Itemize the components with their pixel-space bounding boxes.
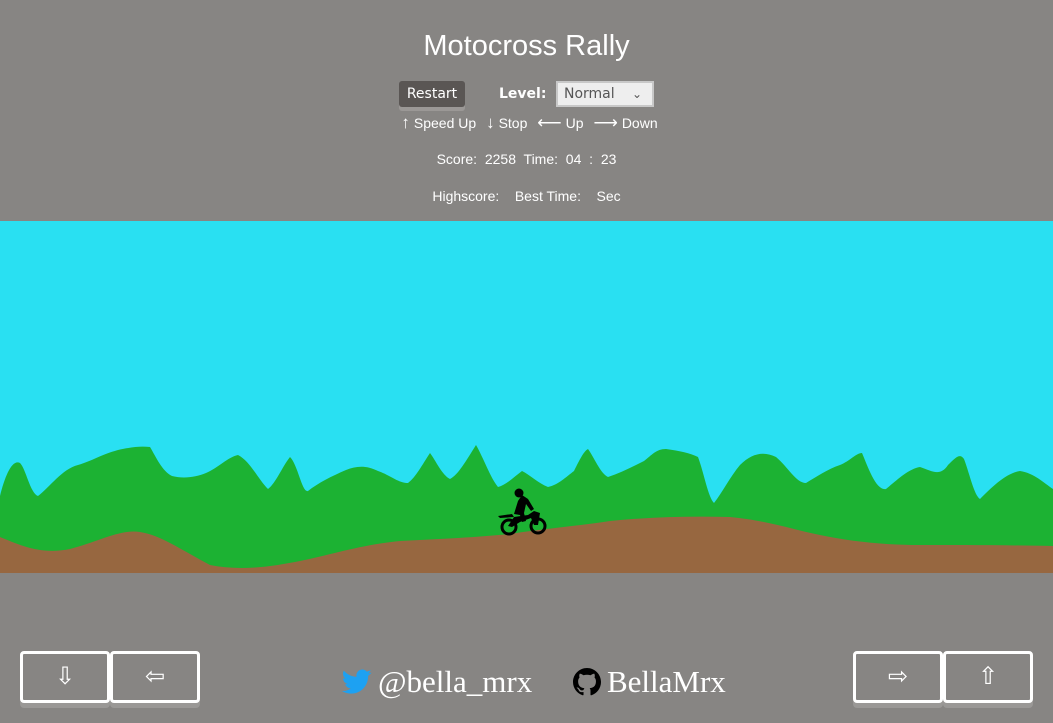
- twitter-bird-icon: [341, 669, 372, 694]
- score-label: Score:: [436, 151, 478, 167]
- github-username: BellaMrx: [607, 664, 726, 699]
- time-minutes: 04: [565, 151, 582, 167]
- best-time-label: Best Time:: [514, 188, 581, 204]
- twitter-handle: @bella_mrx: [378, 664, 533, 699]
- up-key-button[interactable]: ⇧: [943, 651, 1033, 703]
- chevron-down-icon: ⌄: [631, 87, 642, 101]
- level-label: Level:: [499, 86, 547, 102]
- down-key-button[interactable]: ⇩: [20, 651, 110, 703]
- right-arrow-icon: ⟶: [593, 113, 618, 132]
- score-value: 2258: [484, 151, 516, 167]
- highscore-label: Highscore:: [432, 188, 500, 204]
- level-selected-value: Normal: [564, 86, 615, 102]
- up-arrow-icon: ↑: [401, 113, 410, 132]
- restart-button[interactable]: Restart: [399, 81, 465, 107]
- time-seconds: 23: [600, 151, 617, 167]
- right-key-button[interactable]: ⇨: [853, 651, 943, 703]
- level-select[interactable]: Normal ⌄: [556, 81, 654, 107]
- rider-helmet: [514, 488, 524, 498]
- game-title: Motocross Rally: [423, 30, 630, 62]
- down-arrow-icon: ↓: [486, 113, 495, 132]
- help-up: Up: [565, 115, 584, 131]
- help-stop: Stop: [498, 115, 528, 131]
- help-speed-up: Speed Up: [413, 115, 477, 131]
- highscore-line: Highscore: Best Time: Sec: [0, 188, 1053, 204]
- left-arrow-icon: ⟵: [537, 113, 562, 132]
- best-time-unit: Sec: [596, 188, 621, 204]
- github-icon: [573, 667, 601, 696]
- left-key-button[interactable]: ⇦: [110, 651, 200, 703]
- twitter-link[interactable]: @bella_mrx: [341, 662, 533, 702]
- score-line: Score: 2258 Time: 04 : 23: [0, 151, 1053, 167]
- time-label: Time:: [523, 151, 559, 167]
- controls-help: ↑ Speed Up ↓ Stop ⟵ Up ⟶ Down: [0, 114, 1053, 132]
- game-canvas[interactable]: [0, 221, 1053, 573]
- github-link[interactable]: BellaMrx: [573, 662, 726, 702]
- time-separator: :: [589, 151, 594, 167]
- help-down: Down: [621, 115, 658, 131]
